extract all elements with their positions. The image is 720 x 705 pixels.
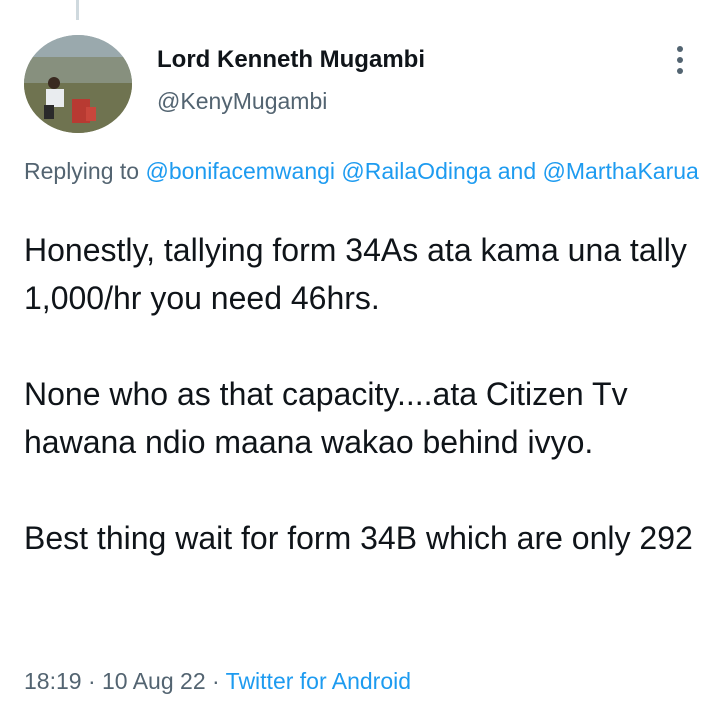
avatar-photo — [24, 35, 132, 133]
tweet-paragraph: Honestly, tallying form 34As ata kama un… — [24, 232, 687, 316]
avatar[interactable] — [24, 35, 132, 133]
more-options-button[interactable] — [666, 40, 694, 80]
more-vertical-icon — [677, 46, 683, 52]
author-display-name[interactable]: Lord Kenneth Mugambi — [157, 44, 425, 76]
meta-separator: · — [212, 668, 220, 694]
author-handle[interactable]: @KenyMugambi — [157, 86, 425, 116]
tweet-body: Honestly, tallying form 34As ata kama un… — [24, 226, 704, 562]
mention-conjunction[interactable]: and — [498, 158, 536, 184]
tweet-time[interactable]: 18:19 — [24, 668, 82, 694]
tweet-meta: 18:19 · 10 Aug 22 · Twitter for Android — [24, 664, 411, 698]
replying-to-label: Replying to — [24, 158, 140, 184]
replying-to-line: Replying to @bonifacemwangi @RailaOdinga… — [24, 154, 704, 188]
mention-link[interactable]: @MarthaKarua — [543, 158, 699, 184]
mention-link[interactable]: @bonifacemwangi — [145, 158, 335, 184]
more-vertical-icon — [677, 68, 683, 74]
more-vertical-icon — [677, 57, 683, 63]
user-info: Lord Kenneth Mugambi @KenyMugambi — [157, 44, 425, 116]
thread-connector-line — [76, 0, 79, 20]
tweet-source-link[interactable]: Twitter for Android — [226, 668, 411, 694]
tweet-paragraph: None who as that capacity....ata Citizen… — [24, 376, 628, 460]
tweet-date[interactable]: 10 Aug 22 — [102, 668, 206, 694]
tweet-paragraph: Best thing wait for form 34B which are o… — [24, 520, 693, 556]
meta-separator: · — [87, 668, 96, 694]
mention-link[interactable]: @RailaOdinga — [341, 158, 491, 184]
